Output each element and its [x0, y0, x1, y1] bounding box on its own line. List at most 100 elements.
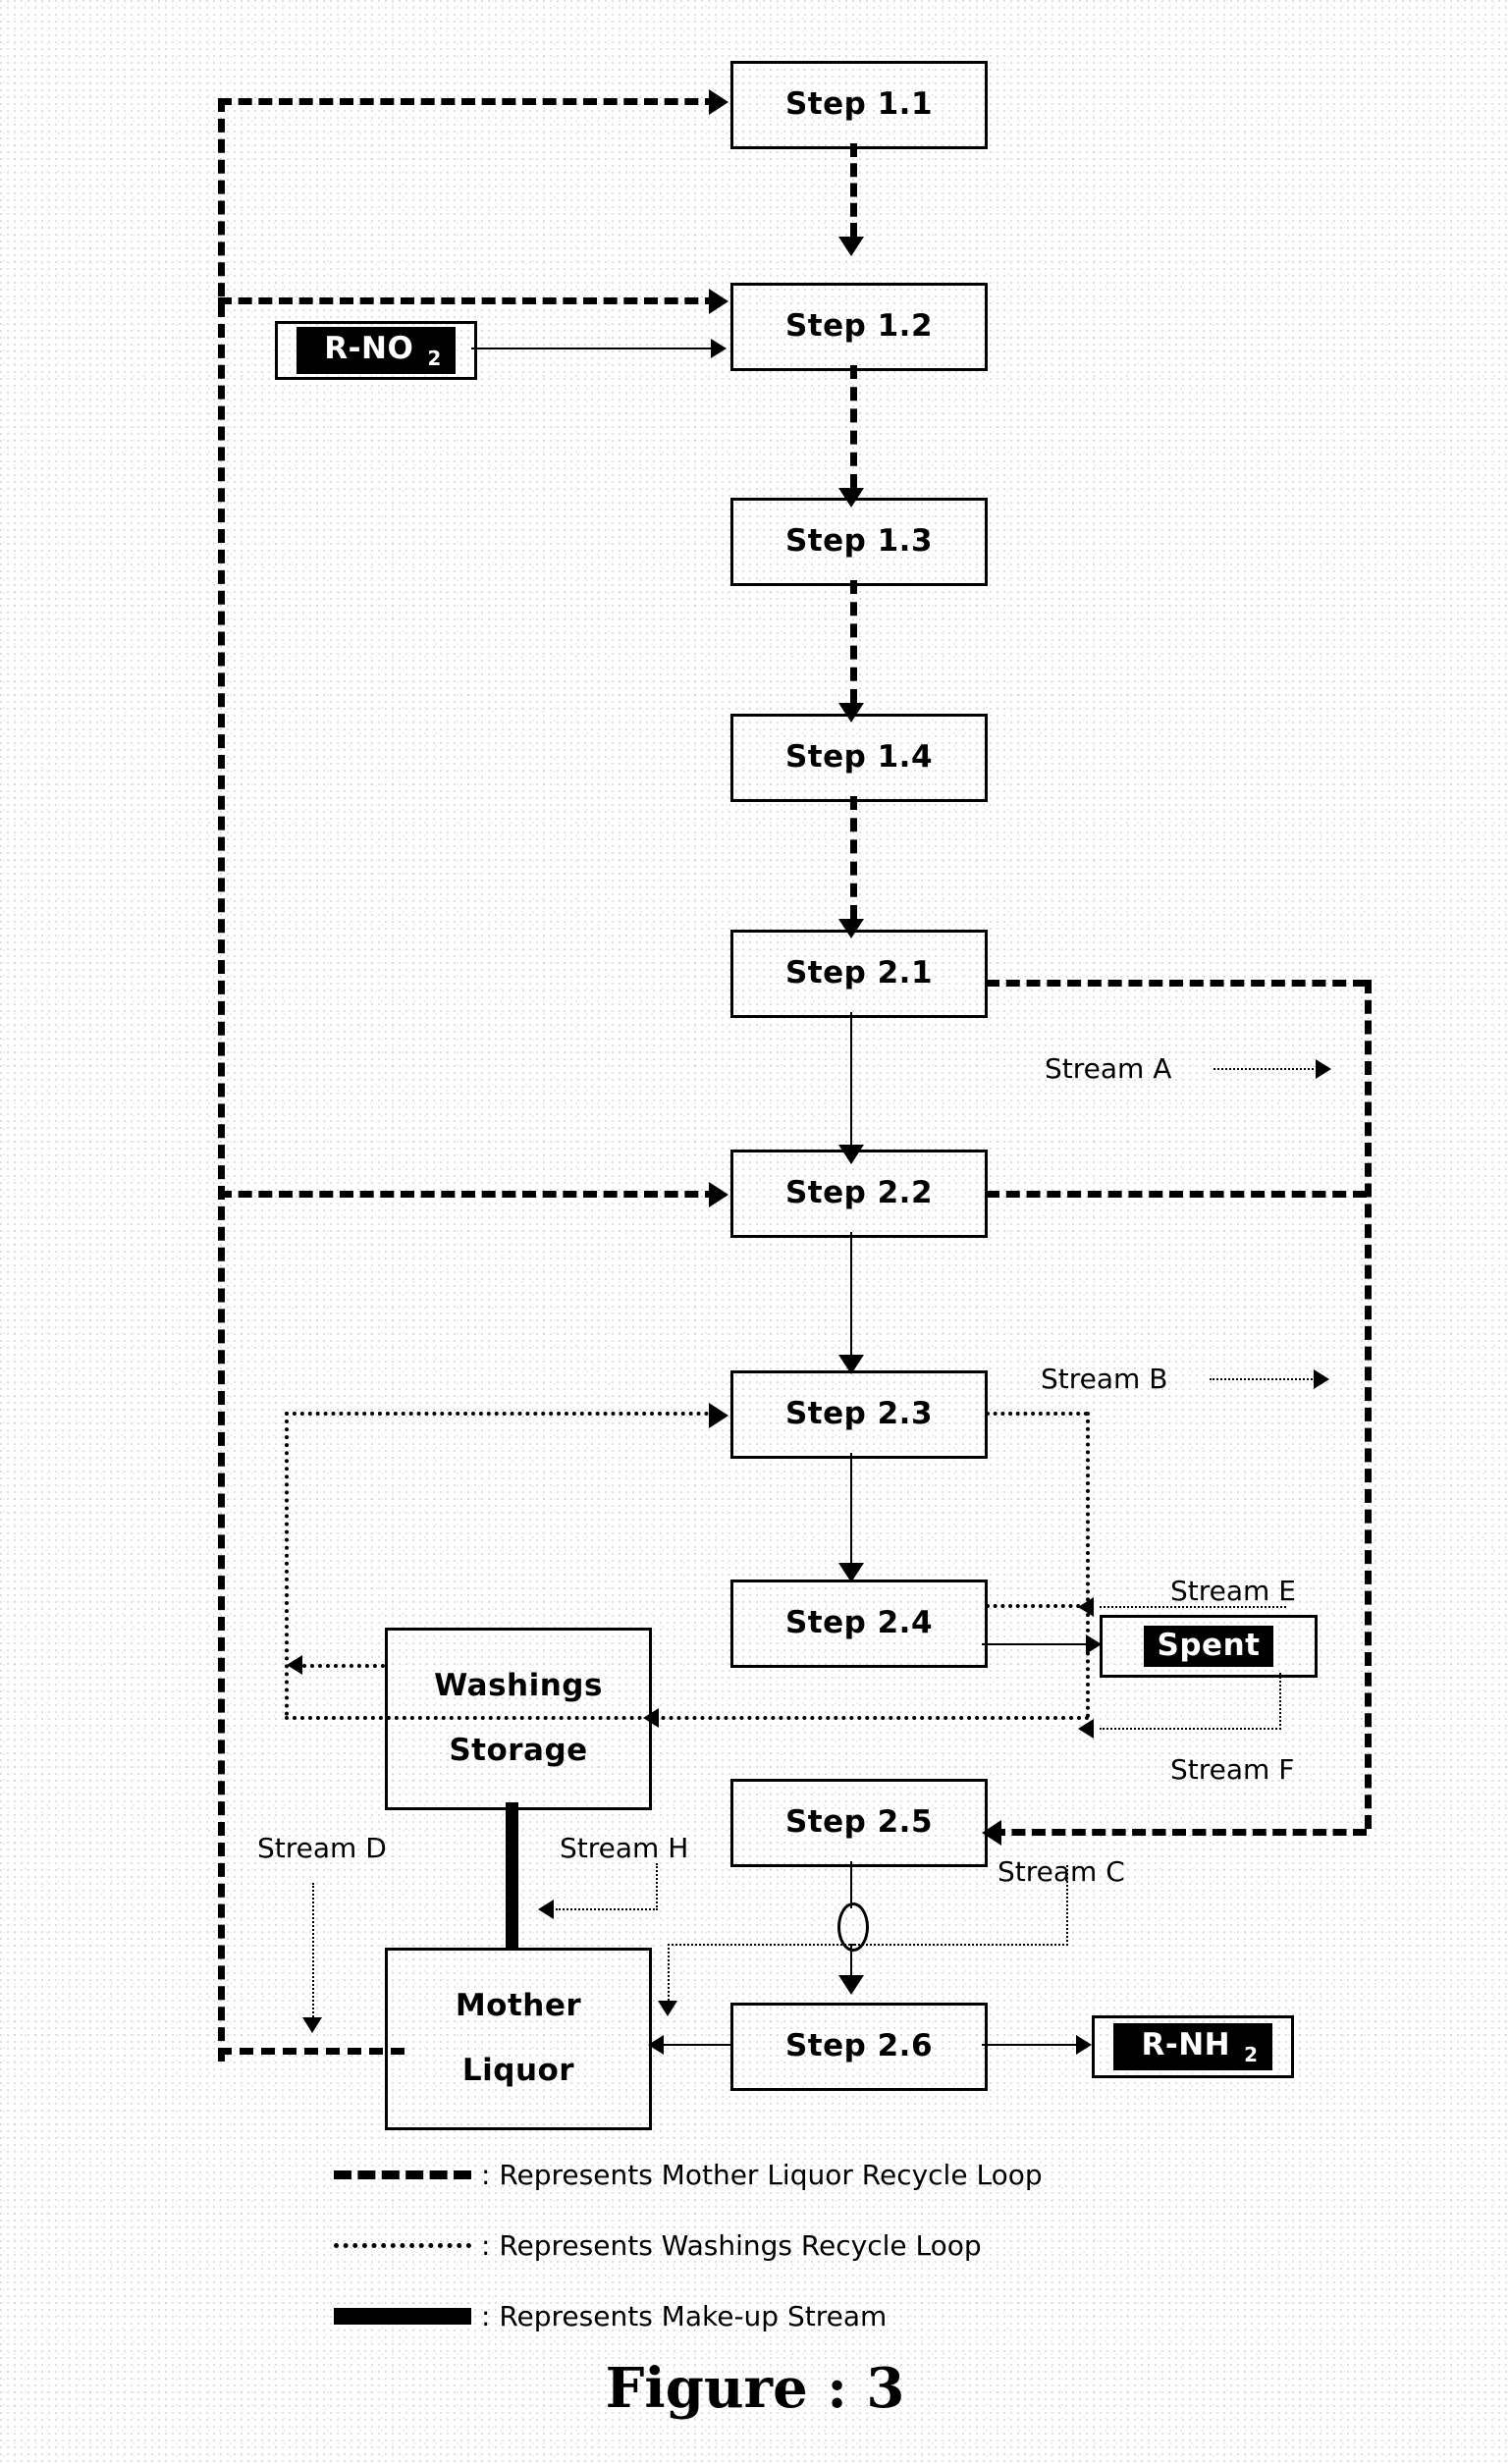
- stream-a-label: Stream A: [1045, 1052, 1172, 1085]
- node-step-1-1-label: Step 1.1: [784, 86, 934, 123]
- edge-step-1-3-to-1-4: [850, 580, 857, 703]
- stream-d-vertical: [312, 1883, 314, 2020]
- edge-step-2-6-to-mother-liquor: [660, 2044, 732, 2046]
- legend-text-mother-liquor: : Represents Mother Liquor Recycle Loop: [481, 2158, 1043, 2191]
- stream-d-label: Stream D: [257, 1832, 387, 1864]
- stream-b-label: Stream B: [1041, 1363, 1168, 1395]
- edge-step-2-2-to-2-3: [850, 1232, 852, 1355]
- stream-f-line: [1100, 1728, 1281, 1730]
- node-step-1-2[interactable]: Step 1.2: [730, 283, 988, 371]
- feed-chemical-box[interactable]: R-NO 2: [275, 321, 477, 380]
- stream-a-arrow-line: [1213, 1068, 1321, 1070]
- node-step-1-2-label: Step 1.2: [784, 308, 934, 345]
- node-step-2-6-label: Step 2.6: [784, 2028, 934, 2064]
- arrow-step-2-6-in: [838, 1975, 864, 1995]
- node-step-2-1-label: Step 2.1: [784, 955, 934, 991]
- node-step-2-6[interactable]: Step 2.6: [730, 2003, 988, 2091]
- legend-key-dotted-line: [334, 2242, 471, 2248]
- edge-step-2-6-to-product: [982, 2044, 1082, 2046]
- arrow-step-1-2-in: [838, 237, 864, 256]
- edge-step-2-4-to-spent: [982, 1643, 1092, 1645]
- make-up-stream-line: [506, 1802, 518, 1950]
- legend-row-make-up: : Represents Make-up Stream: [334, 2296, 887, 2335]
- stream-c-left-drop: [668, 1944, 670, 2005]
- stream-b-arrow-line: [1210, 1378, 1320, 1380]
- node-step-2-4-label: Step 2.4: [784, 1605, 934, 1641]
- mother-liquor-loop-to-step-1-2: [218, 297, 719, 304]
- stream-c-label: Stream C: [998, 1855, 1125, 1888]
- stream-f-vertical: [1279, 1673, 1281, 1730]
- legend-key-solid-line: [334, 2307, 471, 2325]
- feed-chemical-label: R-NO 2: [297, 326, 456, 375]
- product-chemical-label: R-NH 2: [1113, 2022, 1272, 2071]
- stream-c-left-run: [668, 1944, 854, 1946]
- arrow-to-step-2-2: [709, 1182, 728, 1207]
- edge-step-2-1-to-2-2: [850, 1012, 852, 1145]
- legend-row-mother-liquor: : Represents Mother Liquor Recycle Loop: [334, 2155, 1043, 2194]
- washings-storage-label-line2: Storage: [449, 1733, 588, 1768]
- stream-c-horizontal: [850, 1944, 1068, 1946]
- node-step-2-3-label: Step 2.3: [784, 1396, 934, 1432]
- legend-key-dashed-line: [334, 2169, 471, 2179]
- arrow-stream-f-left: [1078, 1719, 1094, 1739]
- legend-text-make-up: : Represents Make-up Stream: [481, 2299, 888, 2332]
- node-step-2-4[interactable]: Step 2.4: [730, 1580, 988, 1668]
- spent-box[interactable]: Spent: [1100, 1615, 1318, 1678]
- node-step-2-2-label: Step 2.2: [784, 1175, 934, 1211]
- spent-label: Spent: [1143, 1626, 1274, 1667]
- stream-h-label: Stream H: [560, 1832, 689, 1864]
- washings-loop-right-trunk: [1086, 1412, 1090, 1718]
- process-flow-diagram: Step 1.1 Step 1.2 Step 1.3 Step 1.4 Step…: [0, 0, 1510, 2464]
- stream-e-label: Stream E: [1170, 1575, 1296, 1607]
- mother-liquor-loop-right-to-step-2-2: [986, 1191, 1367, 1198]
- arrow-feed-into-step-1-2: [711, 339, 727, 358]
- arrow-into-product: [1076, 2035, 1092, 2055]
- figure-caption: Figure : 3: [605, 2356, 905, 2421]
- washings-storage-label-line1: Washings: [434, 1668, 603, 1704]
- node-step-2-3[interactable]: Step 2.3: [730, 1370, 988, 1459]
- node-mother-liquor[interactable]: Mother Liquor: [385, 1948, 652, 2130]
- mother-liquor-label-line2: Liquor: [461, 2053, 575, 2088]
- product-chemical-box[interactable]: R-NH 2: [1092, 2015, 1294, 2078]
- washings-loop-from-step-2-3: [986, 1412, 1088, 1416]
- washings-loop-from-step-2-4: [986, 1604, 1088, 1608]
- node-step-2-2[interactable]: Step 2.2: [730, 1150, 988, 1238]
- node-step-1-1[interactable]: Step 1.1: [730, 61, 988, 149]
- mother-liquor-loop-bottom: [218, 2048, 404, 2055]
- node-step-2-5-label: Step 2.5: [784, 1804, 934, 1841]
- arrow-to-step-1-1: [709, 89, 728, 115]
- mother-liquor-label-line1: Mother: [455, 1988, 582, 2024]
- edge-step-2-5-to-2-6: [850, 1861, 852, 1908]
- mother-liquor-loop-left-trunk: [218, 98, 225, 2062]
- stream-h-horizontal: [556, 1908, 658, 1910]
- mother-liquor-loop-right-trunk: [1365, 980, 1372, 1829]
- arrow-stream-e-left: [1078, 1597, 1094, 1617]
- node-step-2-5[interactable]: Step 2.5: [730, 1779, 988, 1867]
- legend-text-washings: : Represents Washings Recycle Loop: [481, 2228, 982, 2262]
- edge-feed-to-step-1-2: [471, 348, 717, 349]
- arrow-stream-b-right: [1314, 1369, 1329, 1389]
- node-step-1-3[interactable]: Step 1.3: [730, 498, 988, 586]
- arrow-stream-d-down: [302, 2017, 322, 2033]
- arrow-stream-h-in: [538, 1900, 554, 1919]
- arrow-washings-storage-out: [287, 1655, 302, 1675]
- washings-loop-to-step-2-3: [285, 1412, 709, 1416]
- stream-f-label: Stream F: [1170, 1753, 1295, 1786]
- mother-liquor-loop-to-step-1-1: [218, 98, 719, 105]
- edge-step-2-3-to-2-4: [850, 1453, 852, 1563]
- node-step-1-3-label: Step 1.3: [784, 523, 934, 560]
- washings-storage-to-loop: [302, 1664, 385, 1668]
- edge-step-1-4-to-2-1: [850, 796, 857, 919]
- arrow-to-step-1-2: [709, 289, 728, 314]
- mother-liquor-loop-from-step-2-1: [986, 980, 1367, 987]
- arrow-stream-a-right: [1316, 1059, 1331, 1079]
- legend-row-washings: : Represents Washings Recycle Loop: [334, 2225, 982, 2265]
- node-step-1-4[interactable]: Step 1.4: [730, 714, 988, 802]
- edge-step-1-2-to-1-3: [850, 365, 857, 488]
- mother-liquor-loop-to-step-2-2: [218, 1191, 719, 1198]
- node-washings-storage[interactable]: Washings Storage: [385, 1628, 652, 1810]
- node-step-2-1[interactable]: Step 2.1: [730, 930, 988, 1018]
- stream-h-vertical: [656, 1863, 658, 1910]
- mother-liquor-loop-to-step-2-5: [992, 1829, 1367, 1836]
- edge-step-1-1-to-1-2: [850, 143, 857, 237]
